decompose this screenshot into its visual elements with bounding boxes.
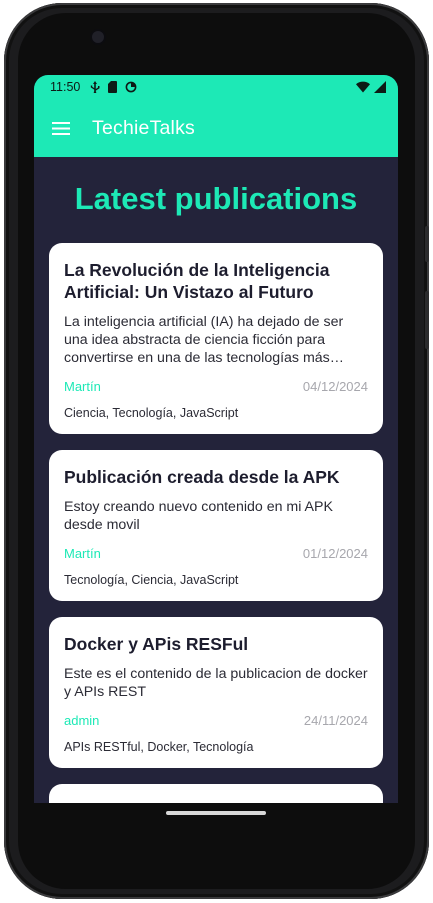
publication-meta: Martín 04/12/2024 — [64, 379, 368, 394]
publication-tags: APIs RESTful, Docker, Tecnología — [64, 740, 254, 754]
publication-excerpt: Este es el contenido de la publicacion d… — [64, 666, 368, 700]
publication-tags: Ciencia, Tecnología, JavaScript — [64, 406, 239, 420]
publication-tags: Tecnología, Ciencia, JavaScript — [64, 573, 239, 587]
publication-card[interactable]: Docker y APis RESFul Este es el contenid… — [49, 617, 383, 768]
publication-list: La Revolución de la Inteligencia Artific… — [34, 219, 398, 803]
publication-date: 24/11/2024 — [303, 713, 368, 728]
volume-button — [425, 226, 429, 262]
home-gesture-handle[interactable] — [166, 811, 266, 815]
publication-excerpt: La inteligencia artificial (IA) ha dejad… — [64, 314, 344, 366]
menu-button[interactable] — [50, 117, 72, 139]
hamburger-menu-icon — [52, 121, 70, 135]
publication-excerpt: Estoy creando nuevo contenido en mi APK … — [64, 499, 333, 533]
publication-date: 04/12/2024 — [302, 379, 368, 394]
page-title: Latest publications — [74, 181, 358, 216]
wifi-icon — [356, 81, 370, 93]
app-title: TechieTalks — [92, 116, 195, 139]
publication-author: Martín — [64, 546, 101, 561]
sim-card-icon — [108, 81, 118, 93]
data-saver-icon — [125, 81, 137, 93]
app-bar: TechieTalks — [34, 99, 398, 157]
front-camera — [92, 31, 104, 43]
publication-meta: Martín 01/12/2024 — [64, 546, 368, 561]
usb-icon — [91, 81, 100, 93]
status-icons-left — [90, 81, 137, 93]
publication-meta: admin 24/11/2024 — [64, 713, 368, 728]
publication-card-partial[interactable] — [49, 784, 383, 803]
publication-card[interactable]: La Revolución de la Inteligencia Artific… — [49, 243, 383, 434]
publication-title: Docker y APis RESFul — [64, 634, 249, 654]
status-time: 11:50 — [50, 80, 81, 94]
publication-title: Publicación creada desde la APK — [64, 467, 340, 487]
status-icons-right — [356, 81, 386, 93]
publication-author: Martín — [64, 379, 101, 394]
power-button — [425, 291, 429, 349]
publication-card[interactable]: Publicación creada desde la APK Estoy cr… — [49, 450, 383, 601]
cell-signal-icon — [374, 81, 386, 93]
publication-title: La Revolución de la Inteligencia Artific… — [64, 260, 330, 302]
publication-date: 01/12/2024 — [302, 546, 368, 561]
status-bar: 11:50 — [34, 75, 398, 99]
publication-author: admin — [64, 713, 100, 728]
app-screen: 11:50 TechieTalks Latest publications La… — [34, 75, 398, 803]
